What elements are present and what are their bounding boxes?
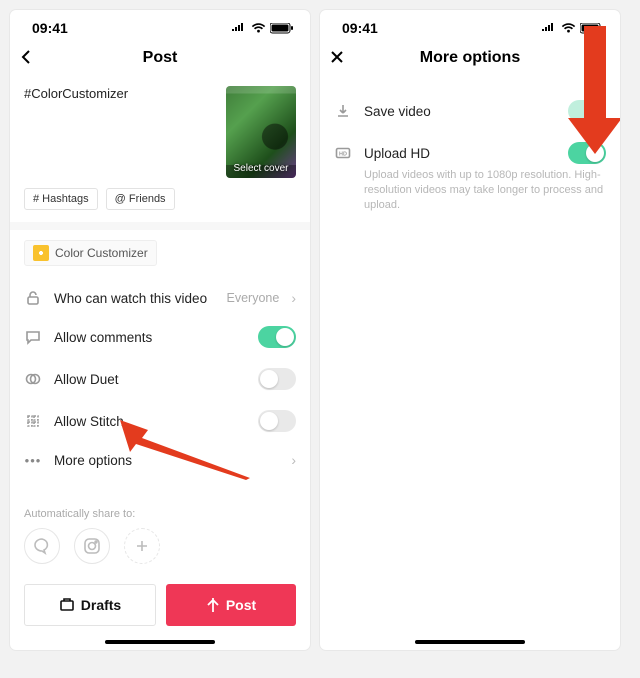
row-privacy[interactable]: Who can watch this video Everyone › (10, 280, 310, 316)
chevron-left-icon (20, 50, 34, 64)
hashtags-chip[interactable]: # Hashtags (24, 188, 98, 210)
home-indicator (415, 640, 525, 644)
status-time: 09:41 (342, 20, 378, 36)
share-icons (10, 528, 310, 578)
caption-row: #ColorCustomizer Select cover (10, 78, 310, 188)
row-stitch: Allow Stitch (10, 400, 310, 442)
upload-hd-subtext: Upload videos with up to 1080p resolutio… (320, 168, 620, 223)
plus-icon (133, 537, 151, 555)
instagram-icon (83, 537, 101, 555)
row-upload-hd: HD Upload HD (320, 132, 620, 168)
download-icon (334, 103, 352, 119)
privacy-value: Everyone (227, 291, 280, 305)
chevron-right-icon: › (291, 290, 296, 306)
row-more-options[interactable]: ••• More options › (10, 442, 310, 478)
stitch-toggle[interactable] (258, 410, 296, 432)
video-thumbnail[interactable]: Select cover (226, 86, 296, 178)
close-icon (330, 50, 344, 64)
hd-icon: HD (334, 145, 352, 161)
upload-hd-toggle[interactable] (568, 142, 606, 164)
more-options-label: More options (54, 453, 279, 468)
caption-chips: # Hashtags @ Friends (10, 188, 310, 222)
more-options-list: Save video HD Upload HD Upload videos wi… (320, 78, 620, 227)
battery-icon (270, 23, 294, 34)
effect-label: Color Customizer (55, 246, 148, 260)
row-save-video: Save video (320, 90, 620, 132)
post-icon (206, 598, 220, 612)
drafts-button[interactable]: Drafts (24, 584, 156, 626)
upload-hd-label: Upload HD (364, 146, 556, 161)
post-header: Post (10, 38, 310, 78)
stitch-icon (24, 413, 42, 429)
lock-icon (24, 290, 42, 306)
bottom-buttons: Drafts Post (10, 578, 310, 636)
duet-toggle[interactable] (258, 368, 296, 390)
comments-toggle[interactable] (258, 326, 296, 348)
more-options-screen: 09:41 More options Save video HD Upload … (320, 10, 620, 650)
drafts-icon (59, 598, 75, 612)
post-label: Post (226, 597, 256, 613)
more-options-title: More options (420, 49, 520, 67)
effect-icon (33, 245, 49, 261)
wifi-icon (251, 23, 266, 34)
save-video-label: Save video (364, 104, 556, 119)
row-duet: Allow Duet (10, 358, 310, 400)
more-icon: ••• (24, 453, 42, 468)
home-indicator (105, 640, 215, 644)
status-icons (231, 23, 294, 34)
message-icon (33, 537, 51, 555)
svg-text:HD: HD (339, 152, 347, 158)
chevron-right-icon: › (291, 452, 296, 468)
duet-label: Allow Duet (54, 372, 246, 387)
effect-pill[interactable]: Color Customizer (24, 240, 157, 266)
comment-icon (24, 329, 42, 345)
close-button[interactable] (330, 49, 344, 67)
post-button[interactable]: Post (166, 584, 296, 626)
status-time: 09:41 (32, 20, 68, 36)
comments-label: Allow comments (54, 330, 246, 345)
separator (10, 222, 310, 230)
signal-icon (541, 23, 557, 33)
battery-icon (580, 23, 604, 34)
status-bar: 09:41 (10, 10, 310, 38)
post-options-list: Who can watch this video Everyone › Allo… (10, 276, 310, 482)
privacy-label: Who can watch this video (54, 291, 215, 306)
row-comments: Allow comments (10, 316, 310, 358)
wifi-icon (561, 23, 576, 34)
select-cover-label: Select cover (226, 163, 296, 174)
post-screen: 09:41 Post #ColorCustomizer Select cover… (10, 10, 310, 650)
drafts-label: Drafts (81, 597, 121, 613)
share-label: Automatically share to: (10, 484, 310, 528)
stitch-label: Allow Stitch (54, 414, 246, 429)
duet-icon (24, 371, 42, 387)
caption-input[interactable]: #ColorCustomizer (24, 86, 218, 178)
status-icons (541, 23, 604, 34)
post-title: Post (143, 49, 178, 67)
save-video-toggle[interactable] (568, 100, 606, 122)
more-options-header: More options (320, 38, 620, 78)
share-message[interactable] (24, 528, 60, 564)
friends-chip[interactable]: @ Friends (106, 188, 175, 210)
share-add[interactable] (124, 528, 160, 564)
signal-icon (231, 23, 247, 33)
back-button[interactable] (20, 48, 34, 68)
share-instagram[interactable] (74, 528, 110, 564)
status-bar: 09:41 (320, 10, 620, 38)
effect-row: Color Customizer (10, 230, 310, 276)
